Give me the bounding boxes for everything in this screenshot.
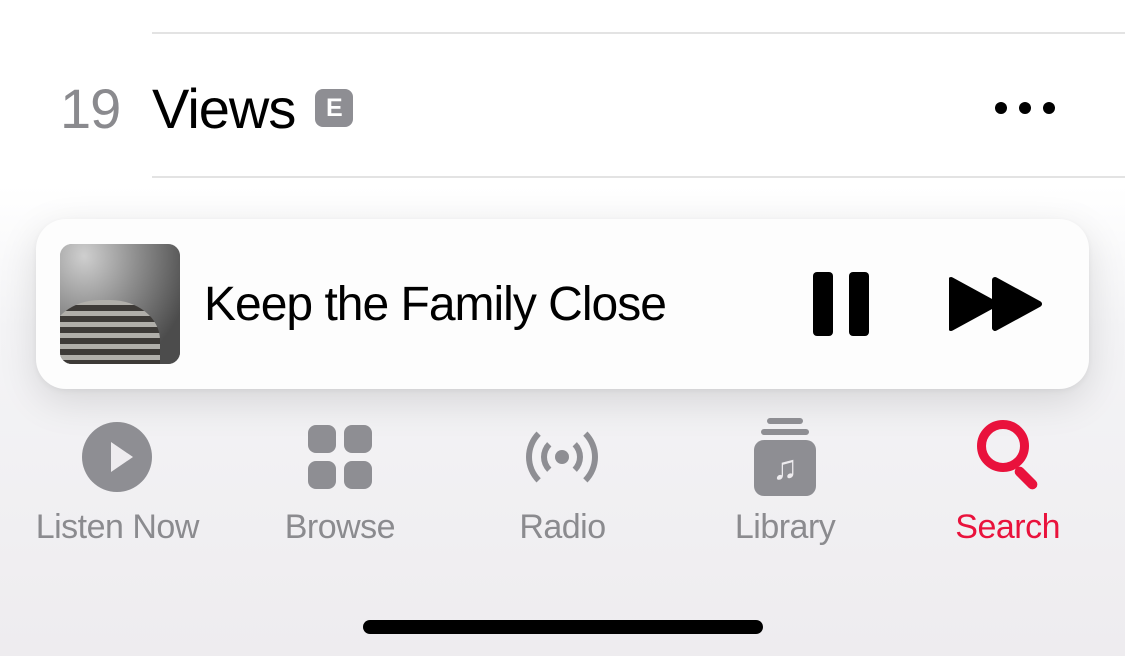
ellipsis-icon: [995, 102, 1007, 114]
fast-forward-button[interactable]: [949, 276, 1043, 332]
album-artwork: [60, 244, 180, 364]
track-more-button[interactable]: [995, 102, 1095, 114]
tab-radio[interactable]: Radio: [451, 420, 674, 547]
tab-label: Library: [735, 508, 835, 547]
search-icon: [973, 420, 1043, 494]
track-title: Views: [152, 76, 295, 141]
tab-bar: Listen Now Browse Radio ♫ Library Search: [0, 420, 1125, 570]
track-row[interactable]: 19 Views E: [0, 58, 1125, 158]
tab-browse[interactable]: Browse: [229, 420, 452, 547]
track-number: 19: [60, 76, 150, 141]
tab-label: Radio: [519, 508, 605, 547]
ellipsis-icon: [1043, 102, 1055, 114]
now-playing-bar[interactable]: Keep the Family Close: [36, 219, 1089, 389]
radio-icon: [516, 427, 608, 487]
tab-label: Browse: [285, 508, 395, 547]
play-circle-icon: [82, 422, 152, 492]
divider: [152, 176, 1125, 178]
tab-listen-now[interactable]: Listen Now: [6, 420, 229, 547]
pause-icon: [849, 272, 869, 336]
fast-forward-icon: [949, 276, 1043, 332]
explicit-badge: E: [315, 89, 353, 127]
pause-icon: [813, 272, 833, 336]
library-icon: ♫: [754, 418, 816, 496]
now-playing-title: Keep the Family Close: [204, 277, 813, 332]
tab-label: Listen Now: [36, 508, 199, 547]
home-indicator[interactable]: [363, 620, 763, 634]
grid-icon: [308, 425, 372, 489]
tab-library[interactable]: ♫ Library: [674, 420, 897, 547]
divider: [152, 32, 1125, 34]
pause-button[interactable]: [813, 272, 869, 336]
playback-controls: [813, 272, 1043, 336]
tab-search[interactable]: Search: [896, 420, 1119, 547]
ellipsis-icon: [1019, 102, 1031, 114]
tab-label: Search: [955, 508, 1060, 547]
